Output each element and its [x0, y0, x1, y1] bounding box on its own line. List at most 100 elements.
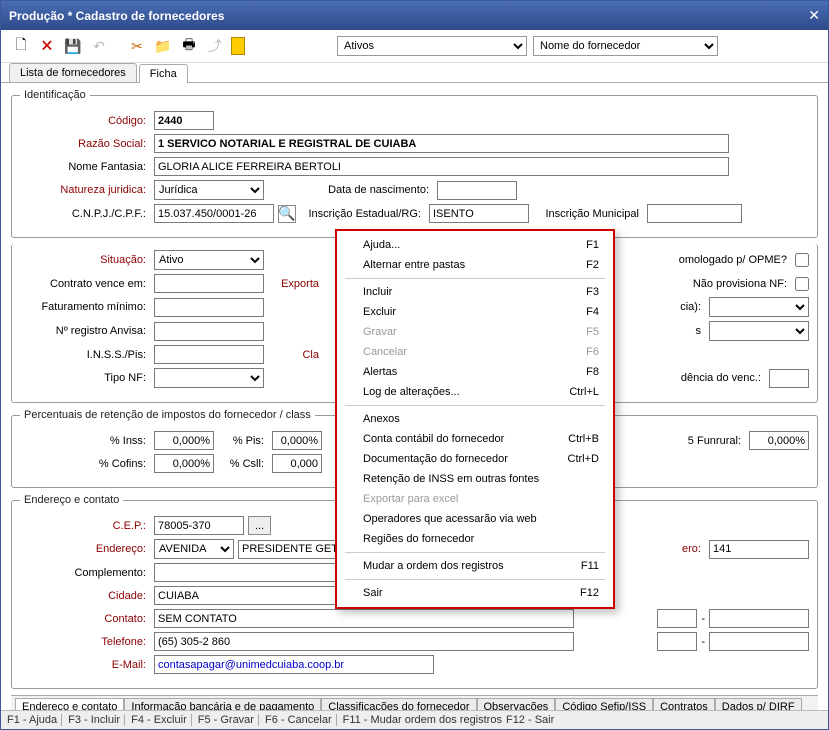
email-input[interactable]: [154, 655, 434, 674]
tipovia-select[interactable]: AVENIDA: [154, 539, 234, 559]
contato-input[interactable]: [154, 609, 574, 628]
pct-cofins-label: % Cofins:: [20, 458, 150, 470]
cnpj-label: C.N.P.J./C.P.F.:: [20, 208, 150, 220]
menu-item-log-de-altera-es[interactable]: Log de alterações...Ctrl+L: [339, 382, 611, 402]
nasc-input[interactable]: [437, 181, 517, 200]
contato-aux2-input[interactable]: [709, 609, 809, 628]
tel-aux2-input[interactable]: [709, 632, 809, 651]
naoprov-check[interactable]: [795, 277, 809, 291]
menu-item-mudar-a-ordem-dos-registros[interactable]: Mudar a ordem dos registrosF11: [339, 556, 611, 576]
exit-icon[interactable]: [231, 37, 245, 55]
cnpj-input[interactable]: [154, 204, 274, 223]
menu-item-label: Sair: [363, 587, 383, 599]
pct-pis-input[interactable]: [272, 431, 322, 450]
context-menu[interactable]: Ajuda...F1Alternar entre pastasF2 Incluir…: [335, 229, 615, 609]
tel-aux1-input[interactable]: [657, 632, 697, 651]
anvisa-input[interactable]: [154, 322, 264, 341]
ie-input[interactable]: [429, 204, 529, 223]
toolbar: 🗋 🗙 💾 ↶ ✂ 📁 🖶 ⤴ Ativos Nome do fornecedo…: [1, 30, 828, 63]
print-icon[interactable]: 🖶: [179, 36, 199, 56]
menu-item-label: Alertas: [363, 366, 397, 378]
export-icon[interactable]: ⤴: [205, 36, 225, 56]
naoprov-label: Não provisiona NF:: [693, 278, 791, 290]
homolog-check[interactable]: [795, 253, 809, 267]
contato-aux1-input[interactable]: [657, 609, 697, 628]
cep-lookup-button[interactable]: ...: [248, 516, 271, 535]
fantasia-input[interactable]: [154, 157, 729, 176]
dash-1: -: [701, 613, 705, 625]
main-window: Produção * Cadastro de fornecedores ✕ 🗋 …: [0, 0, 829, 730]
menu-item-regi-es-do-fornecedor[interactable]: Regiões do fornecedor: [339, 529, 611, 549]
status-f11: F11 - Mudar ordem dos registros: [336, 714, 502, 726]
compl-input[interactable]: [154, 563, 354, 582]
menu-item-label: Regiões do fornecedor: [363, 533, 474, 545]
codigo-input[interactable]: [154, 111, 214, 130]
menu-item-label: Documentação do fornecedor: [363, 453, 508, 465]
titlebar: Produção * Cadastro de fornecedores ✕: [1, 1, 828, 30]
pct-fun-label: 5 Funrural:: [688, 435, 745, 447]
delete-icon[interactable]: 🗙: [37, 36, 57, 56]
cep-input[interactable]: [154, 516, 244, 535]
menu-item-label: Incluir: [363, 286, 392, 298]
menu-item-excluir[interactable]: ExcluirF4: [339, 302, 611, 322]
menu-item-alternar-entre-pastas[interactable]: Alternar entre pastasF2: [339, 255, 611, 275]
filter-status-combo[interactable]: Ativos: [337, 36, 527, 56]
search-cnpj-icon[interactable]: 🔍: [278, 205, 296, 223]
menu-item-shortcut: Ctrl+L: [569, 386, 599, 398]
undo-icon[interactable]: ↶: [89, 36, 109, 56]
save-icon[interactable]: 💾: [63, 36, 83, 56]
menu-item-exportar-para-excel: Exportar para excel: [339, 489, 611, 509]
menu-item-documenta-o-do-fornecedor[interactable]: Documentação do fornecedorCtrl+D: [339, 449, 611, 469]
menu-item-operadores-que-acessar-o-via-web[interactable]: Operadores que acessarão via web: [339, 509, 611, 529]
numero-input[interactable]: [709, 540, 809, 559]
legend-percentuais: Percentuais de retenção de impostos do f…: [20, 409, 315, 421]
menu-item-label: Alternar entre pastas: [363, 259, 465, 271]
new-icon[interactable]: 🗋: [11, 36, 31, 56]
window-title: Produção * Cadastro de fornecedores: [9, 9, 224, 23]
menu-separator: [345, 579, 605, 580]
menu-item-shortcut: Ctrl+B: [568, 433, 599, 445]
menu-item-label: Exportar para excel: [363, 493, 458, 505]
cia-select[interactable]: [709, 297, 809, 317]
s-select[interactable]: [709, 321, 809, 341]
tiponf-select[interactable]: [154, 368, 264, 388]
status-f3: F3 - Incluir: [61, 714, 120, 726]
folder-icon[interactable]: 📁: [153, 36, 173, 56]
telefone-label: Telefone:: [20, 636, 150, 648]
fantasia-label: Nome Fantasia:: [20, 161, 150, 173]
im-input[interactable]: [647, 204, 742, 223]
menu-item-conta-cont-bil-do-fornecedor[interactable]: Conta contábil do fornecedorCtrl+B: [339, 429, 611, 449]
s-label: s: [696, 325, 706, 337]
exporta-label: Exporta: [268, 278, 323, 290]
menu-item-incluir[interactable]: IncluirF3: [339, 282, 611, 302]
natureza-label: Natureza juridica:: [20, 184, 150, 196]
tab-ficha[interactable]: Ficha: [139, 64, 188, 83]
pct-inss-input[interactable]: [154, 431, 214, 450]
menu-item-label: Gravar: [363, 326, 397, 338]
menu-item-shortcut: F8: [586, 366, 599, 378]
close-icon[interactable]: ✕: [808, 7, 820, 24]
menu-item-label: Ajuda...: [363, 239, 400, 251]
menu-item-sair[interactable]: SairF12: [339, 583, 611, 603]
menu-item-ajuda[interactable]: Ajuda...F1: [339, 235, 611, 255]
pct-fun-input[interactable]: [749, 431, 809, 450]
fatmin-input[interactable]: [154, 298, 264, 317]
menu-item-label: Anexos: [363, 413, 400, 425]
incid-input[interactable]: [769, 369, 809, 388]
filter-sort-combo[interactable]: Nome do fornecedor: [533, 36, 718, 56]
legend-identificacao: Identificação: [20, 89, 90, 101]
razao-input[interactable]: [154, 134, 729, 153]
inss-input[interactable]: [154, 345, 264, 364]
telefone-input[interactable]: [154, 632, 574, 651]
anvisa-label: Nº registro Anvisa:: [20, 325, 150, 337]
cut-icon[interactable]: ✂: [127, 36, 147, 56]
pct-csll-input[interactable]: [272, 454, 322, 473]
menu-item-reten-o-de-inss-em-outras-fontes[interactable]: Retenção de INSS em outras fontes: [339, 469, 611, 489]
pct-cofins-input[interactable]: [154, 454, 214, 473]
menu-item-anexos[interactable]: Anexos: [339, 409, 611, 429]
natureza-select[interactable]: Jurídica: [154, 180, 264, 200]
tab-lista[interactable]: Lista de fornecedores: [9, 63, 137, 82]
contrato-input[interactable]: [154, 274, 264, 293]
menu-item-alertas[interactable]: Alertas F8: [339, 362, 611, 382]
situacao-select[interactable]: Ativo: [154, 250, 264, 270]
